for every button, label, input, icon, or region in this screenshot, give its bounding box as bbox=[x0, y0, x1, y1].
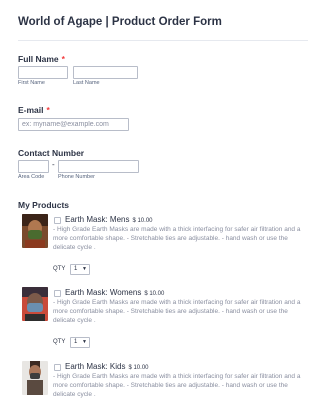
product-title: Earth Mask: Kids bbox=[65, 362, 126, 371]
qty-select-mens[interactable]: 1 ▼ bbox=[70, 264, 90, 275]
product-description-kids: - High Grade Earth Masks are made with a… bbox=[53, 373, 301, 398]
product-price: $ 10.00 bbox=[144, 291, 165, 297]
product-title: Earth Mask: Womens bbox=[65, 288, 142, 297]
mens-mask-photo bbox=[22, 214, 48, 248]
chevron-down-icon: ▼ bbox=[82, 266, 87, 272]
area-code-input[interactable] bbox=[18, 160, 49, 173]
qty-select-womens[interactable]: 1 ▼ bbox=[70, 337, 90, 348]
email-label-text: E-mail bbox=[18, 105, 44, 115]
product-description-mens: - High Grade Earth Masks are made with a… bbox=[53, 226, 301, 251]
womens-mask-photo bbox=[22, 287, 48, 321]
contact-number-label: Contact Number bbox=[18, 148, 85, 158]
first-name-sublabel: First Name bbox=[18, 80, 45, 86]
product-image-mens bbox=[22, 214, 48, 248]
last-name-sublabel: Last Name bbox=[73, 80, 100, 86]
product-name-womens: Earth Mask: Womens $ 10.00 bbox=[65, 288, 164, 297]
product-image-womens bbox=[22, 287, 48, 321]
product-price: $ 10.00 bbox=[128, 365, 149, 371]
required-asterisk: * bbox=[61, 54, 65, 64]
form-title: World of Agape | Product Order Form bbox=[18, 16, 222, 28]
email-label: E-mail * bbox=[18, 105, 50, 115]
product-image-kids bbox=[22, 361, 48, 395]
first-name-input[interactable] bbox=[18, 66, 68, 79]
qty-value: 1 bbox=[74, 266, 78, 272]
product-checkbox-mens[interactable] bbox=[54, 217, 61, 224]
product-checkbox-kids[interactable] bbox=[54, 364, 61, 371]
area-code-sublabel: Area Code bbox=[18, 174, 45, 180]
email-field[interactable] bbox=[18, 118, 129, 131]
title-divider bbox=[18, 40, 308, 41]
product-checkbox-womens[interactable] bbox=[54, 290, 61, 297]
qty-label-mens: QTY bbox=[53, 266, 66, 272]
chevron-down-icon: ▼ bbox=[82, 339, 87, 345]
required-asterisk: * bbox=[46, 105, 50, 115]
product-name-mens: Earth Mask: Mens $ 10.00 bbox=[65, 215, 153, 224]
qty-label-womens: QTY bbox=[53, 339, 66, 345]
phone-separator: - bbox=[52, 160, 55, 169]
phone-number-sublabel: Phone Number bbox=[58, 174, 95, 180]
phone-number-input[interactable] bbox=[58, 160, 139, 173]
product-title: Earth Mask: Mens bbox=[65, 215, 130, 224]
product-price: $ 10.00 bbox=[132, 218, 153, 224]
full-name-label-text: Full Name bbox=[18, 54, 59, 64]
my-products-label: My Products bbox=[18, 200, 70, 210]
full-name-label: Full Name * bbox=[18, 54, 65, 64]
qty-value: 1 bbox=[74, 339, 78, 345]
product-description-womens: - High Grade Earth Masks are made with a… bbox=[53, 299, 301, 324]
product-name-kids: Earth Mask: Kids $ 10.00 bbox=[65, 362, 149, 371]
last-name-input[interactable] bbox=[73, 66, 138, 79]
kids-mask-photo bbox=[22, 361, 48, 395]
